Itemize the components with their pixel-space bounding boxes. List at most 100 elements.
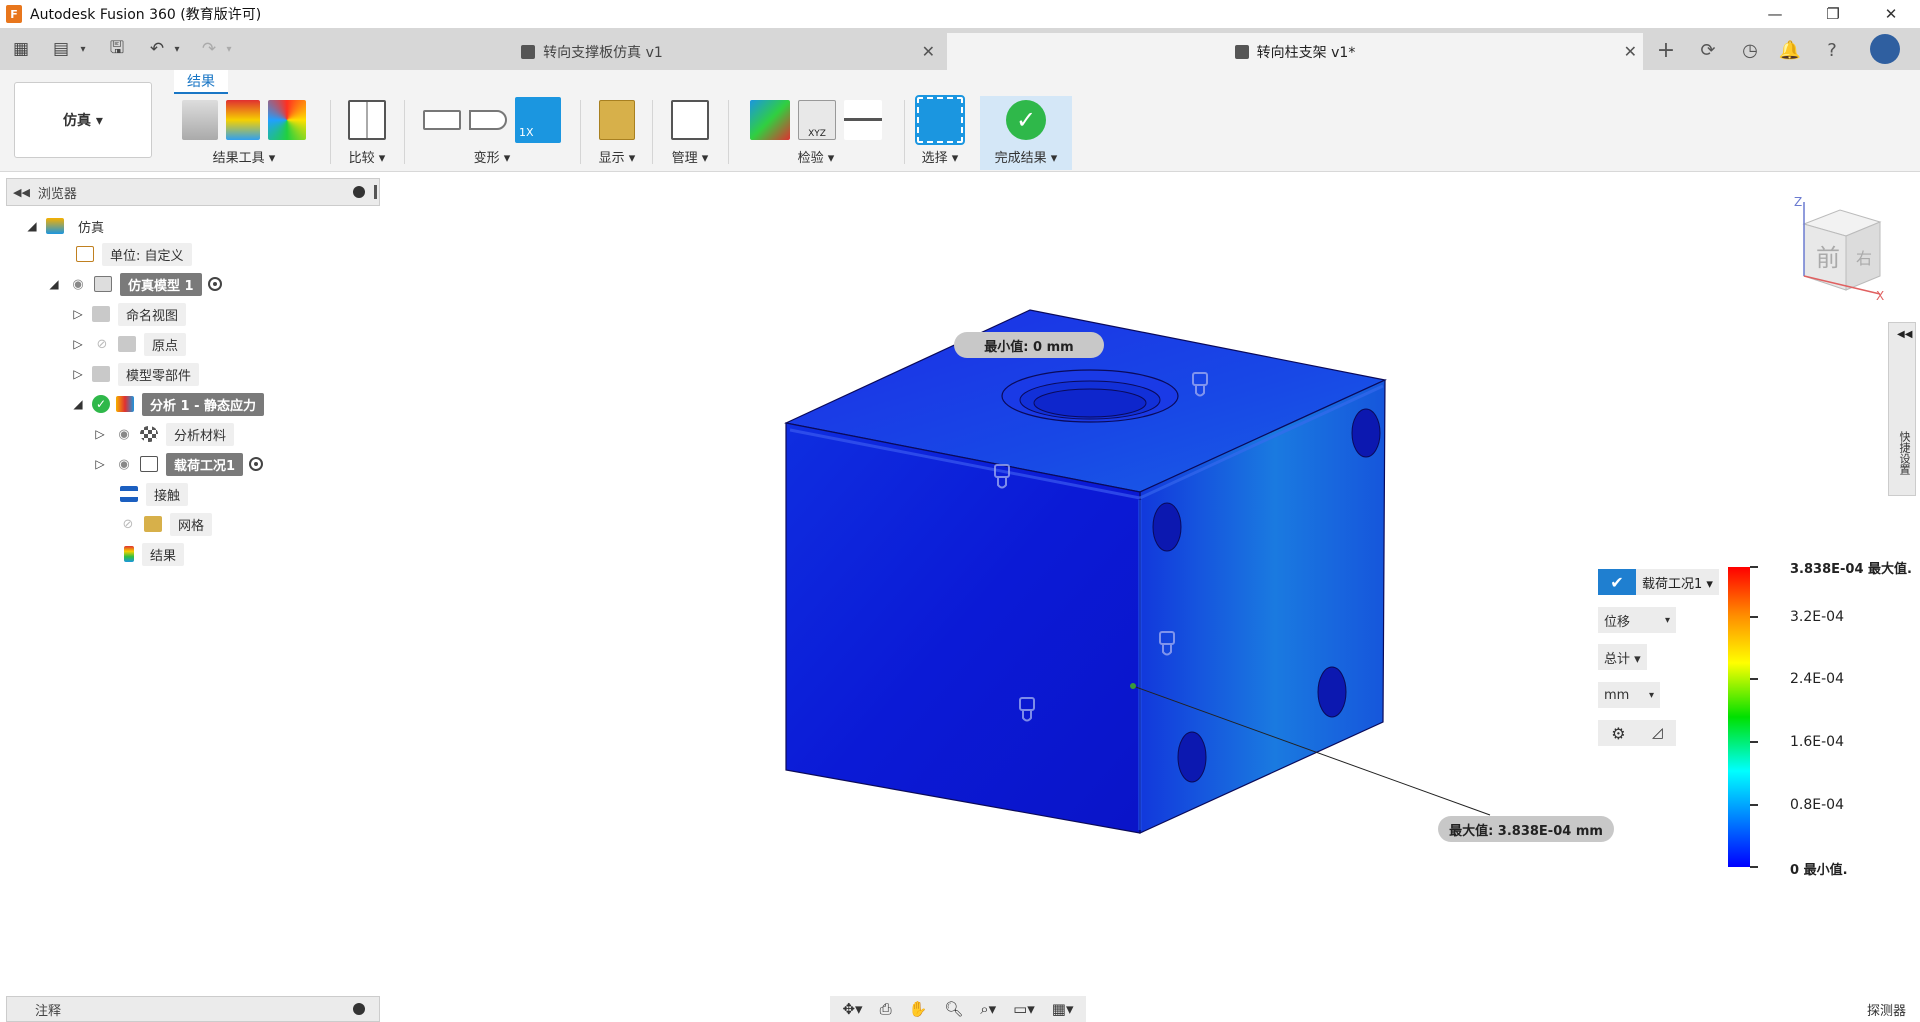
collapsed-triangle-icon[interactable]: ▷ (92, 427, 108, 441)
point-probe-xyz-icon[interactable]: XYZ (798, 100, 836, 140)
notes-panel-header[interactable]: 注释 (6, 996, 380, 1022)
tree-node-contacts[interactable]: 接触 (120, 482, 189, 506)
tree-node-study-materials[interactable]: ▷ ◉ 分析材料 (92, 422, 235, 446)
apps-grid-icon[interactable]: ▦ (8, 36, 34, 62)
compare-label[interactable]: 比较 ▾ (338, 147, 396, 166)
tab-steering-bracket[interactable]: 转向柱支架 v1* ✕ (947, 33, 1643, 70)
side-hole[interactable] (1351, 408, 1381, 458)
surface-probe-icon[interactable] (750, 100, 790, 140)
activate-radio-icon[interactable] (207, 277, 222, 291)
mesh-display-icon[interactable] (599, 100, 635, 140)
collapsed-triangle-icon[interactable]: ▷ (70, 337, 86, 351)
legend-load-case-selector[interactable]: ✔ 载荷工况1 ▾ (1598, 569, 1719, 595)
activate-radio-icon[interactable] (249, 457, 264, 471)
tab-close-icon[interactable]: ✕ (922, 42, 935, 61)
reaction-force-icon[interactable] (844, 100, 882, 140)
side-hole[interactable] (1152, 502, 1182, 552)
tree-node-mesh[interactable]: ⊘ 网格 (118, 512, 213, 536)
side-hole[interactable] (1177, 731, 1207, 783)
tree-node-origin[interactable]: ▷ ⊘ 原点 (70, 332, 187, 356)
result-surface-icon[interactable] (268, 100, 306, 140)
component-dropdown[interactable]: 总计 ▾ (1598, 644, 1647, 670)
workspace-switcher-button[interactable]: 仿真 ▾ (14, 82, 152, 158)
navigation-toolbar: ✥▾ ⎙ ✋ 🔍︎ ⌕▾ ▭▾ ▦▾ (830, 996, 1086, 1022)
tree-node-named-views[interactable]: ▷ 命名视图 (70, 302, 187, 326)
actual-deform-icon[interactable] (469, 110, 507, 130)
orbit-icon[interactable]: ✥▾ (842, 1000, 862, 1018)
unit-dropdown[interactable]: mm ▾ (1598, 682, 1660, 708)
new-tab-plus-icon[interactable]: + (1652, 36, 1680, 64)
compare-split-icon[interactable] (348, 100, 386, 140)
tree-node-simulation[interactable]: ◢ 仿真 (24, 214, 110, 238)
help-icon[interactable]: ? (1818, 36, 1846, 64)
browser-panel-header[interactable]: ◀◀ 浏览器 (6, 178, 380, 206)
expand-triangle-icon[interactable]: ◢ (70, 397, 86, 411)
max-value-probe[interactable]: 最大值: 3.838E-04 mm (1438, 816, 1614, 842)
legend-range-triangle-icon[interactable]: ◿ (1652, 725, 1663, 741)
visibility-eye-icon[interactable]: ◉ (114, 427, 134, 442)
expand-triangle-icon[interactable]: ◢ (46, 277, 62, 291)
adjusted-deform-icon[interactable]: 1X (515, 97, 561, 143)
select-cursor-icon[interactable] (915, 95, 965, 145)
inspect-label[interactable]: 检验 ▾ (736, 147, 896, 166)
hidden-eye-icon[interactable]: ⊘ (118, 517, 138, 532)
undo-chevron-icon[interactable]: ▾ (164, 36, 190, 62)
result-type-dropdown[interactable]: 位移 ▾ (1598, 607, 1676, 633)
grid-settings-icon[interactable]: ▦▾ (1052, 1000, 1074, 1018)
panel-plus-icon[interactable] (353, 1003, 365, 1015)
notification-bell-icon[interactable]: 🔔 (1776, 36, 1804, 64)
history-clock-icon[interactable]: ◷ (1736, 36, 1764, 64)
tree-node-results[interactable]: 结果 (124, 542, 185, 566)
manage-settings-icon[interactable] (671, 100, 709, 140)
redo-chevron-icon[interactable]: ▾ (216, 36, 242, 62)
tab-close-icon[interactable]: ✕ (1624, 42, 1637, 61)
select-label[interactable]: 选择 ▾ (910, 147, 970, 166)
panel-pin-icon[interactable] (374, 185, 377, 199)
result-tools-label[interactable]: 结果工具 ▾ (168, 147, 320, 166)
quick-settings-panel[interactable]: ◀◀ 快捷设置 (1888, 322, 1916, 496)
collapsed-triangle-icon[interactable]: ▷ (70, 367, 86, 381)
detector-label[interactable]: 探测器 (1867, 1000, 1906, 1019)
model-front-face[interactable] (785, 422, 1141, 834)
tree-node-sim-model[interactable]: ◢ ◉ 仿真模型 1 (46, 272, 222, 296)
zoom-icon[interactable]: 🔍︎ (944, 1000, 963, 1018)
finish-check-icon[interactable]: ✓ (1006, 100, 1046, 140)
job-status-icon[interactable]: ⟳ (1694, 36, 1722, 64)
legend-settings-gear-icon[interactable]: ⚙ (1611, 724, 1625, 743)
file-menu-chevron-icon[interactable]: ▾ (70, 36, 96, 62)
collapsed-triangle-icon[interactable]: ▷ (92, 457, 108, 471)
collapse-arrows-icon[interactable]: ◀◀ (13, 186, 30, 199)
min-value-probe[interactable]: 最小值: 0 mm (954, 332, 1104, 358)
expand-triangle-icon[interactable]: ◢ (24, 219, 40, 233)
deform-label[interactable]: 变形 ▾ (412, 147, 572, 166)
fit-icon[interactable]: ⌕▾ (980, 1000, 996, 1018)
tab-steering-plate-sim[interactable]: 转向支撑板仿真 v1 ✕ (243, 33, 941, 70)
manage-label[interactable]: 管理 ▾ (660, 147, 720, 166)
collapsed-triangle-icon[interactable]: ▷ (70, 307, 86, 321)
display-label[interactable]: 显示 ▾ (588, 147, 646, 166)
display-settings-icon[interactable]: ▭▾ (1013, 1000, 1035, 1018)
restore-button[interactable]: ❐ (1804, 0, 1862, 28)
hidden-eye-icon[interactable]: ⊘ (92, 337, 112, 352)
look-at-icon[interactable]: ⎙ (880, 1000, 892, 1018)
save-icon[interactable]: 🖫 (104, 36, 130, 62)
expand-arrows-icon[interactable]: ◀◀ (1897, 329, 1912, 340)
animate-camera-icon[interactable] (182, 100, 218, 140)
result-compare-table-icon[interactable] (226, 100, 260, 140)
tree-node-study[interactable]: ◢ ✓ 分析 1 - 静态应力 (70, 392, 265, 416)
tree-node-units[interactable]: 单位: 自定义 (76, 242, 192, 266)
tree-node-model-components[interactable]: ▷ 模型零部件 (70, 362, 200, 386)
no-deform-icon[interactable] (423, 110, 461, 130)
visibility-eye-icon[interactable]: ◉ (114, 457, 134, 472)
visibility-eye-icon[interactable]: ◉ (68, 277, 88, 292)
finish-results-label[interactable]: 完成结果 ▾ (980, 147, 1072, 166)
side-hole[interactable] (1317, 666, 1347, 718)
pan-hand-icon[interactable]: ✋ (909, 1000, 928, 1018)
tab-results[interactable]: 结果 (174, 70, 228, 94)
minimize-button[interactable]: — (1746, 0, 1804, 28)
panel-minus-icon[interactable] (353, 186, 365, 198)
tree-node-load-case[interactable]: ▷ ◉ 载荷工况1 (92, 452, 264, 476)
close-button[interactable]: ✕ (1862, 0, 1920, 28)
user-avatar[interactable] (1870, 34, 1900, 64)
view-cube[interactable]: 前 右 Z X (1790, 194, 1886, 304)
